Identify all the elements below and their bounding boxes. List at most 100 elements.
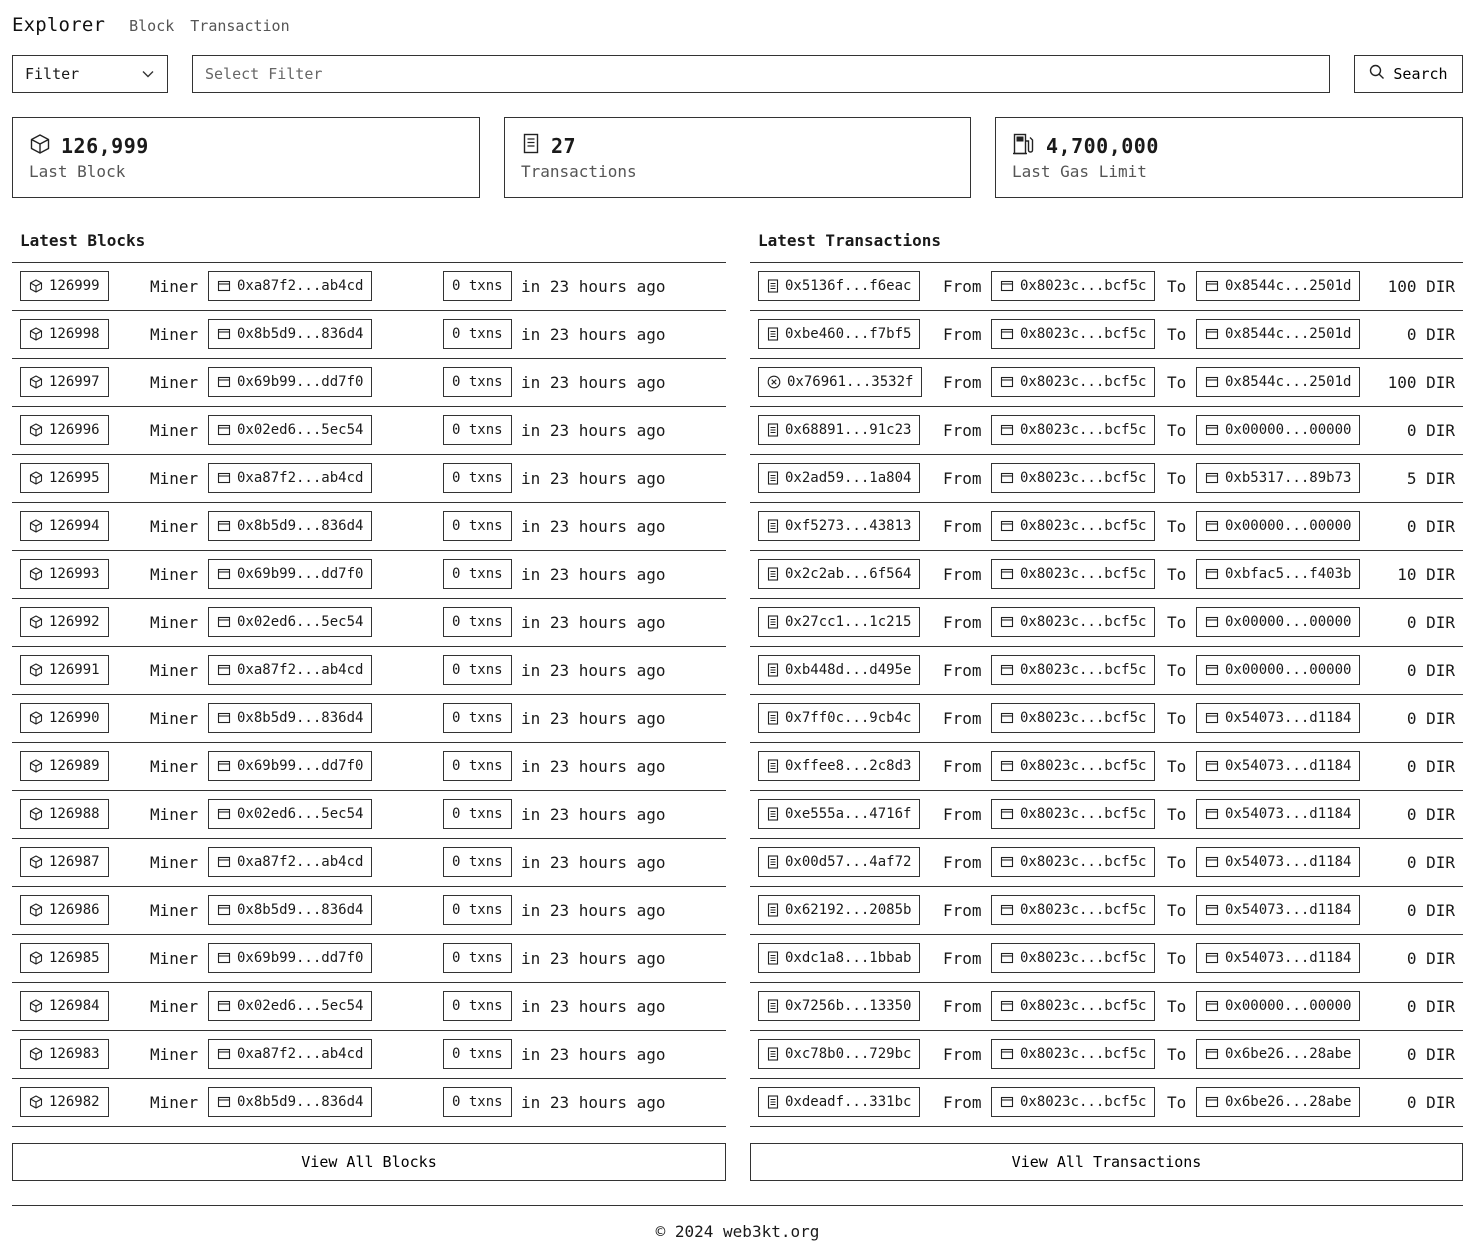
to-address-link[interactable]: 0xb5317...89b73 [1196, 463, 1361, 493]
from-address-link[interactable]: 0x8023c...bcf5c [991, 511, 1156, 541]
tx-hash-link[interactable]: 0x76961...3532f [758, 367, 923, 397]
tx-hash-link[interactable]: 0xffee8...2c8d3 [758, 751, 921, 781]
to-address-link[interactable]: 0x8544c...2501d [1196, 367, 1361, 397]
tx-hash-link[interactable]: 0x62192...2085b [758, 895, 921, 925]
miner-address-link[interactable]: 0xa87f2...ab4cd [208, 847, 373, 877]
to-address-link[interactable]: 0x8544c...2501d [1196, 271, 1361, 301]
from-address-link[interactable]: 0x8023c...bcf5c [991, 799, 1156, 829]
txn-count-badge[interactable]: 0 txns [443, 895, 512, 925]
to-address-link[interactable]: 0x00000...00000 [1196, 607, 1361, 637]
tx-hash-link[interactable]: 0xf5273...43813 [758, 511, 921, 541]
block-number-link[interactable]: 126997 [20, 367, 109, 397]
tx-hash-link[interactable]: 0x7256b...13350 [758, 991, 921, 1021]
from-address-link[interactable]: 0x8023c...bcf5c [991, 895, 1156, 925]
txn-count-badge[interactable]: 0 txns [443, 511, 512, 541]
miner-address-link[interactable]: 0x02ed6...5ec54 [208, 991, 373, 1021]
miner-address-link[interactable]: 0x8b5d9...836d4 [208, 319, 373, 349]
to-address-link[interactable]: 0x54073...d1184 [1196, 895, 1361, 925]
miner-address-link[interactable]: 0xa87f2...ab4cd [208, 655, 373, 685]
to-address-link[interactable]: 0x6be26...28abe [1196, 1087, 1361, 1117]
miner-address-link[interactable]: 0x02ed6...5ec54 [208, 415, 373, 445]
tx-hash-link[interactable]: 0xb448d...d495e [758, 655, 921, 685]
miner-address-link[interactable]: 0x02ed6...5ec54 [208, 607, 373, 637]
block-number-link[interactable]: 126998 [20, 319, 109, 349]
to-address-link[interactable]: 0x00000...00000 [1196, 415, 1361, 445]
from-address-link[interactable]: 0x8023c...bcf5c [991, 271, 1156, 301]
block-number-link[interactable]: 126982 [20, 1087, 109, 1117]
block-number-link[interactable]: 126996 [20, 415, 109, 445]
tx-hash-link[interactable]: 0x2ad59...1a804 [758, 463, 921, 493]
to-address-link[interactable]: 0x00000...00000 [1196, 991, 1361, 1021]
view-all-transactions-button[interactable]: View All Transactions [750, 1143, 1463, 1181]
block-number-link[interactable]: 126987 [20, 847, 109, 877]
block-number-link[interactable]: 126989 [20, 751, 109, 781]
miner-address-link[interactable]: 0x8b5d9...836d4 [208, 511, 373, 541]
miner-address-link[interactable]: 0xa87f2...ab4cd [208, 1039, 373, 1069]
block-number-link[interactable]: 126988 [20, 799, 109, 829]
brand-title[interactable]: Explorer [12, 14, 105, 36]
search-input[interactable] [192, 55, 1330, 93]
miner-address-link[interactable]: 0x69b99...dd7f0 [208, 559, 373, 589]
tx-hash-link[interactable]: 0xbe460...f7bf5 [758, 319, 921, 349]
block-number-link[interactable]: 126985 [20, 943, 109, 973]
to-address-link[interactable]: 0xbfac5...f403b [1196, 559, 1361, 589]
block-number-link[interactable]: 126984 [20, 991, 109, 1021]
from-address-link[interactable]: 0x8023c...bcf5c [991, 943, 1156, 973]
block-number-link[interactable]: 126992 [20, 607, 109, 637]
from-address-link[interactable]: 0x8023c...bcf5c [991, 751, 1156, 781]
from-address-link[interactable]: 0x8023c...bcf5c [991, 847, 1156, 877]
miner-address-link[interactable]: 0xa87f2...ab4cd [208, 463, 373, 493]
txn-count-badge[interactable]: 0 txns [443, 607, 512, 637]
from-address-link[interactable]: 0x8023c...bcf5c [991, 1087, 1156, 1117]
tx-hash-link[interactable]: 0xc78b0...729bc [758, 1039, 921, 1069]
block-number-link[interactable]: 126995 [20, 463, 109, 493]
txn-count-badge[interactable]: 0 txns [443, 319, 512, 349]
miner-address-link[interactable]: 0x02ed6...5ec54 [208, 799, 373, 829]
tx-hash-link[interactable]: 0x27cc1...1c215 [758, 607, 921, 637]
to-address-link[interactable]: 0x54073...d1184 [1196, 703, 1361, 733]
txn-count-badge[interactable]: 0 txns [443, 463, 512, 493]
to-address-link[interactable]: 0x54073...d1184 [1196, 799, 1361, 829]
txn-count-badge[interactable]: 0 txns [443, 799, 512, 829]
tx-hash-link[interactable]: 0xe555a...4716f [758, 799, 921, 829]
from-address-link[interactable]: 0x8023c...bcf5c [991, 415, 1156, 445]
block-number-link[interactable]: 126999 [20, 271, 109, 301]
miner-address-link[interactable]: 0xa87f2...ab4cd [208, 271, 373, 301]
from-address-link[interactable]: 0x8023c...bcf5c [991, 607, 1156, 637]
miner-address-link[interactable]: 0x69b99...dd7f0 [208, 751, 373, 781]
txn-count-badge[interactable]: 0 txns [443, 415, 512, 445]
tx-hash-link[interactable]: 0x2c2ab...6f564 [758, 559, 921, 589]
txn-count-badge[interactable]: 0 txns [443, 991, 512, 1021]
block-number-link[interactable]: 126994 [20, 511, 109, 541]
tx-hash-link[interactable]: 0x7ff0c...9cb4c [758, 703, 921, 733]
filter-select[interactable]: Filter [12, 55, 168, 93]
from-address-link[interactable]: 0x8023c...bcf5c [991, 703, 1156, 733]
to-address-link[interactable]: 0x6be26...28abe [1196, 1039, 1361, 1069]
to-address-link[interactable]: 0x00000...00000 [1196, 655, 1361, 685]
block-number-link[interactable]: 126983 [20, 1039, 109, 1069]
search-button[interactable]: Search [1354, 55, 1463, 93]
txn-count-badge[interactable]: 0 txns [443, 559, 512, 589]
to-address-link[interactable]: 0x54073...d1184 [1196, 847, 1361, 877]
tx-hash-link[interactable]: 0x00d57...4af72 [758, 847, 921, 877]
to-address-link[interactable]: 0x00000...00000 [1196, 511, 1361, 541]
txn-count-badge[interactable]: 0 txns [443, 271, 512, 301]
nav-link-transaction[interactable]: Transaction [190, 17, 289, 35]
txn-count-badge[interactable]: 0 txns [443, 943, 512, 973]
to-address-link[interactable]: 0x54073...d1184 [1196, 751, 1361, 781]
view-all-blocks-button[interactable]: View All Blocks [12, 1143, 726, 1181]
from-address-link[interactable]: 0x8023c...bcf5c [991, 559, 1156, 589]
txn-count-badge[interactable]: 0 txns [443, 847, 512, 877]
miner-address-link[interactable]: 0x8b5d9...836d4 [208, 703, 373, 733]
txn-count-badge[interactable]: 0 txns [443, 1039, 512, 1069]
tx-hash-link[interactable]: 0xdc1a8...1bbab [758, 943, 921, 973]
txn-count-badge[interactable]: 0 txns [443, 655, 512, 685]
block-number-link[interactable]: 126993 [20, 559, 109, 589]
from-address-link[interactable]: 0x8023c...bcf5c [991, 655, 1156, 685]
txn-count-badge[interactable]: 0 txns [443, 751, 512, 781]
nav-link-block[interactable]: Block [129, 17, 174, 35]
miner-address-link[interactable]: 0x8b5d9...836d4 [208, 1087, 373, 1117]
miner-address-link[interactable]: 0x69b99...dd7f0 [208, 943, 373, 973]
from-address-link[interactable]: 0x8023c...bcf5c [991, 319, 1156, 349]
from-address-link[interactable]: 0x8023c...bcf5c [991, 463, 1156, 493]
